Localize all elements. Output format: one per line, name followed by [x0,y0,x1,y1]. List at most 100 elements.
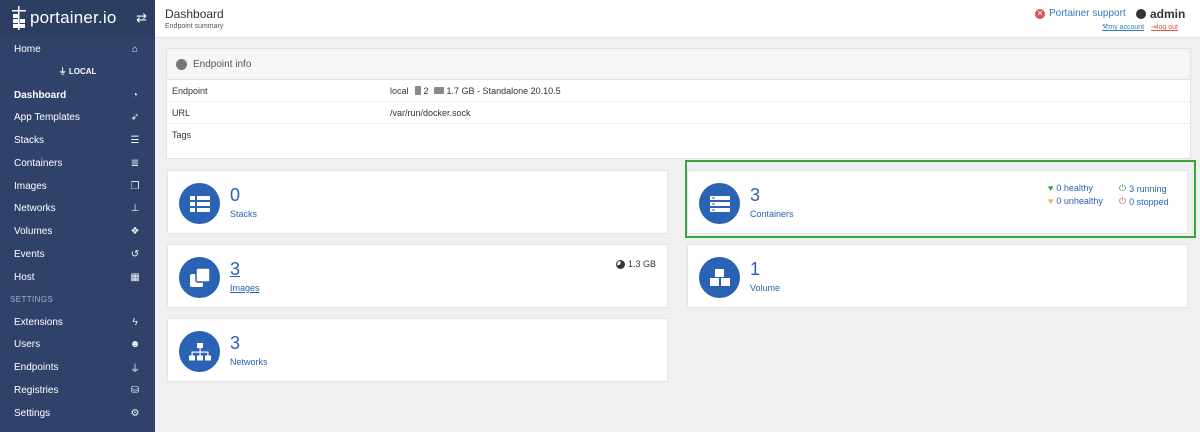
sidebar: portainer.io ⇄ Home ⌂ ⏚ LOCAL Dashboard … [0,0,155,432]
sitemap-icon [188,342,211,360]
volumes-count: 1 [750,259,761,279]
volumes-label: Volume [750,283,781,293]
table-row: Endpoint local 2 1.7 GB - Standalone 20.… [167,80,1190,102]
networks-count: 3 [230,333,241,353]
sidebar-item-home[interactable]: Home ⌂ [0,38,155,60]
volumes-icon-circle [699,257,740,298]
sidebar-item-label: Networks [14,202,56,214]
users-icon: ☻ [129,338,141,350]
th-icon: ▦ [130,271,140,283]
cpu-count: 2 [423,85,429,96]
row-key: Endpoint [172,85,208,96]
sidebar-item-volumes[interactable]: Volumes ❖ [0,220,155,242]
sidebar-item-label: Registries [14,384,59,396]
sidebar-item-label: App Templates [14,111,80,123]
page-title: Dashboard [165,7,224,21]
log-out-link[interactable]: ⇥log out [1151,24,1178,31]
clone-icon [189,267,210,287]
sitemap-icon: ⊥ [130,202,140,214]
row-value: local 2 1.7 GB - Standalone 20.10.5 [390,86,1190,96]
networks-widget[interactable]: 3 Networks [167,318,668,382]
stacks-icon-circle [179,183,220,224]
rocket-icon: ➶ [130,111,140,123]
endpoint-info-panel: Endpoint info Endpoint local 2 1.7 GB - … [166,48,1191,159]
memory-size: 1.7 GB [446,85,475,96]
portainer-logo-icon[interactable] [10,5,28,31]
database-icon: ⛁ [130,384,140,396]
sidebar-item-label: Users [14,338,41,350]
sidebar-item-containers[interactable]: Containers ≣ [0,152,155,174]
table-row: URL /var/run/docker.sock [167,102,1190,124]
top-header: Dashboard Endpoint summary ✕ Portainer s… [155,0,1200,38]
sidebar-item-label: Endpoints [14,361,59,373]
memory-icon [433,87,444,94]
sidebar-item-label: Stacks [14,134,45,146]
tachometer-icon: ◔ [131,89,139,101]
sidebar-item-label: Images [14,180,47,192]
sidebar-item-app-templates[interactable]: App Templates ➶ [0,106,155,128]
support-link[interactable]: ✕ Portainer support [1035,8,1126,19]
user-menu[interactable]: admin [1136,7,1185,21]
stacks-label: Stacks [230,209,258,219]
sidebar-item-images[interactable]: Images ❐ [0,175,155,197]
pie-chart-icon [615,259,625,269]
user-icon [1136,9,1146,19]
brand-name[interactable]: portainer.io [30,8,117,28]
sidebar-item-label: Containers [14,157,63,169]
row-key: URL [172,107,191,118]
cubes-icon: ❖ [130,225,140,237]
brand-bar: portainer.io ⇄ [0,0,155,36]
images-count: 3 [230,259,241,279]
clone-icon: ❐ [130,180,140,192]
account-links: ⚒my account ⇥log out [1102,23,1178,31]
home-icon: ⌂ [131,43,139,55]
images-widget[interactable]: 3 Images 1.3 GB [167,244,668,308]
username: admin [1150,7,1186,21]
cubes-icon [709,268,730,286]
exchange-icon[interactable]: ⇄ [136,10,147,26]
sidebar-item-stacks[interactable]: Stacks ☰ [0,129,155,151]
networks-label: Networks [230,357,268,367]
plug-icon: ⏚ [58,67,67,76]
sidebar-item-label: Extensions [14,316,63,328]
stacks-widget[interactable]: 0 Stacks [167,170,668,234]
times-circle-icon: ✕ [1035,8,1045,19]
support-label: Portainer support [1049,8,1126,19]
plug-icon: ⏚ [130,363,140,375]
sidebar-item-users[interactable]: Users ☻ [0,333,155,355]
sidebar-item-extensions[interactable]: Extensions ϟ [0,311,155,333]
endpoint-name: local [390,85,409,96]
th-list-icon [189,195,210,212]
volumes-widget[interactable]: 1 Volume [687,244,1188,308]
endpoint-type: - Standalone 20.10.5 [477,85,561,96]
page-subtitle: Endpoint summary [165,23,224,30]
sidebar-item-label: Settings [14,407,51,419]
panel-title: Endpoint info [193,58,252,70]
history-icon: ↺ [130,248,140,260]
sidebar-item-events[interactable]: Events ↺ [0,243,155,265]
th-list-icon: ☰ [130,134,140,146]
sidebar-item-endpoints[interactable]: Endpoints ⏚ [0,356,155,378]
sidebar-endpoint-label: ⏚ LOCAL [58,67,97,76]
my-account-link[interactable]: ⚒my account [1102,24,1144,31]
sidebar-item-label: Home [14,43,41,55]
sidebar-item-settings[interactable]: Settings ⚙ [0,402,155,424]
sidebar-item-label: Volumes [14,225,53,237]
sidebar-item-registries[interactable]: Registries ⛁ [0,379,155,401]
table-row: Tags [167,124,1190,146]
stacks-count: 0 [230,185,241,205]
sidebar-item-dashboard[interactable]: Dashboard ◔ [0,84,155,106]
cogs-icon: ⚙ [130,407,140,419]
images-label: Images [230,283,260,293]
sidebar-item-host[interactable]: Host ▦ [0,266,155,288]
images-icon-circle [179,257,220,298]
bolt-icon: ϟ [132,316,138,328]
tachometer-icon [176,58,187,70]
images-size: 1.3 GB [615,259,656,269]
sidebar-section-settings: SETTINGS [10,295,54,304]
containers-highlight-box [685,160,1196,238]
sidebar-item-label: Host [14,271,35,283]
row-value: /var/run/docker.sock [390,107,471,118]
networks-icon-circle [179,331,220,372]
sidebar-item-networks[interactable]: Networks ⊥ [0,197,155,219]
